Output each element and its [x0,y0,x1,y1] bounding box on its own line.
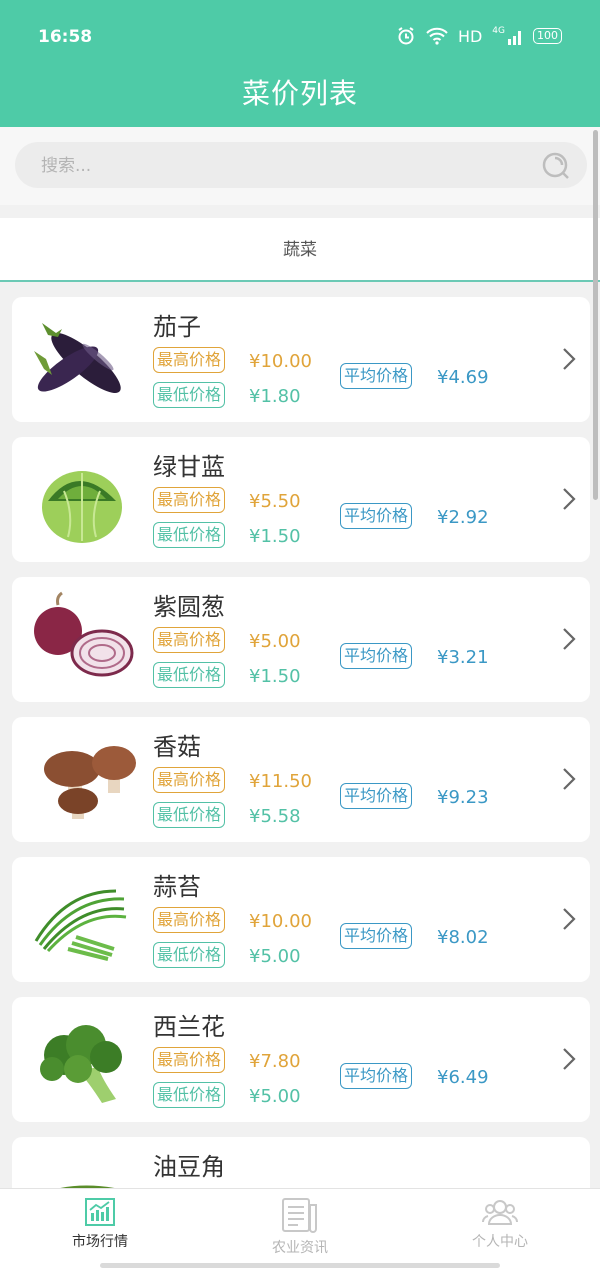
search-area [0,127,600,205]
min-price-value: ¥5.00 [249,946,301,967]
chevron-right-icon[interactable] [562,1047,576,1075]
price-card[interactable]: 茄子最高价格 ¥10.00 最低价格 ¥1.80 平均价格 ¥4.69 [12,297,590,422]
min-price-tag: 最低价格 [153,522,226,548]
min-price-value: ¥1.50 [249,526,301,547]
search-box[interactable] [15,142,587,190]
signal-icon: 4G [492,27,523,45]
max-price-value: ¥7.80 [249,1051,301,1072]
max-price-tag: 最高价格 [153,487,226,513]
min-price-tag: 最低价格 [153,942,226,968]
search-input[interactable] [39,142,523,190]
nav-profile[interactable]: 个人中心 [400,1197,600,1251]
search-icon[interactable] [541,151,571,181]
red-onion-image [28,591,136,689]
alarm-icon [398,27,414,45]
max-price-value: ¥5.50 [249,491,301,512]
nav-news[interactable]: 农业资讯 [200,1197,400,1257]
vegetable-name: 蒜苔 [153,873,201,901]
wifi-icon [426,27,448,45]
mushroom-image [28,731,136,829]
min-price-value: ¥1.80 [249,386,301,407]
user-icon [482,1200,518,1225]
price-card[interactable]: 香菇最高价格 ¥11.50 最低价格 ¥5.58 平均价格 ¥9.23 [12,717,590,842]
min-price-value: ¥1.50 [249,666,301,687]
nav-news-label: 农业资讯 [272,1240,328,1256]
max-price-value: ¥11.50 [249,771,312,792]
max-price-tag: 最高价格 [153,627,226,653]
min-price-tag: 最低价格 [153,662,226,688]
chevron-right-icon[interactable] [562,487,576,515]
min-price-tag: 最低价格 [153,1082,226,1108]
chevron-right-icon[interactable] [562,767,576,795]
max-price-tag: 最高价格 [153,767,226,793]
vegetable-name: 西兰花 [153,1013,225,1041]
chevron-right-icon[interactable] [562,907,576,935]
status-icons: HD 4G 100 [396,26,562,46]
vegetable-name: 茄子 [153,313,201,341]
broccoli-image [28,1011,136,1109]
avg-price-tag: 平均价格 [340,783,413,809]
cabbage-image [28,451,136,549]
eggplant-image [28,311,136,409]
nav-market-label: 市场行情 [72,1234,128,1250]
price-card[interactable]: 紫圆葱最高价格 ¥5.00 最低价格 ¥1.50 平均价格 ¥3.21 [12,577,590,702]
price-card[interactable]: 西兰花最高价格 ¥7.80 最低价格 ¥5.00 平均价格 ¥6.49 [12,997,590,1122]
page-title: 菜价列表 [241,77,358,110]
avg-price-value: ¥9.23 [437,787,489,808]
nav-profile-label: 个人中心 [472,1234,528,1250]
tab-vegetables[interactable]: 蔬菜 [0,218,600,282]
chart-icon [85,1198,115,1226]
avg-price-tag: 平均价格 [340,363,413,389]
max-price-value: ¥10.00 [249,911,312,932]
app-header: 16:58 HD 4G 100 菜价列表 [0,0,600,127]
min-price-value: ¥5.58 [249,806,301,827]
min-price-tag: 最低价格 [153,382,226,408]
price-card[interactable]: 绿甘蓝最高价格 ¥5.50 最低价格 ¥1.50 平均价格 ¥2.92 [12,437,590,562]
news-icon [282,1198,317,1233]
avg-price-tag: 平均价格 [340,503,413,529]
vegetable-name: 香菇 [153,733,201,761]
status-bar: 16:58 HD 4G 100 [38,22,562,52]
vegetable-name: 油豆角 [153,1153,225,1181]
price-card[interactable]: 蒜苔最高价格 ¥10.00 最低价格 ¥5.00 平均价格 ¥8.02 [12,857,590,982]
avg-price-value: ¥8.02 [437,927,489,948]
bottom-nav: 市场行情 农业资讯 个人中心 [0,1188,600,1269]
avg-price-tag: 平均价格 [340,923,413,949]
vegetable-name: 紫圆葱 [153,593,225,621]
battery-icon: 100 [533,28,562,44]
chevron-right-icon[interactable] [562,627,576,655]
avg-price-value: ¥6.49 [437,1067,489,1088]
chevron-right-icon[interactable] [562,347,576,375]
vegetable-name: 绿甘蓝 [153,453,225,481]
avg-price-value: ¥4.69 [437,367,489,388]
category-tabbar: 蔬菜 [0,218,600,282]
max-price-value: ¥5.00 [249,631,301,652]
max-price-tag: 最高价格 [153,347,226,373]
avg-price-tag: 平均价格 [340,643,413,669]
avg-price-value: ¥2.92 [437,507,489,528]
min-price-value: ¥5.00 [249,1086,301,1107]
scrollbar[interactable] [593,130,598,500]
avg-price-tag: 平均价格 [340,1063,413,1089]
home-indicator[interactable] [100,1263,500,1268]
green-bean-image [28,1151,136,1188]
status-time: 16:58 [38,27,93,47]
network-label: HD [457,26,483,46]
min-price-tag: 最低价格 [153,802,226,828]
avg-price-value: ¥3.21 [437,647,489,668]
price-list: 茄子 最高价格 ¥10.00 最低价格 ¥1.80 平均价格 ¥4.69 绿甘蓝 最高价格 ¥5.… [0,283,600,1188]
nav-market[interactable]: 市场行情 [0,1197,200,1251]
max-price-value: ¥10.00 [249,351,312,372]
max-price-tag: 最高价格 [153,1047,226,1073]
garlic-sprout-image [28,871,136,969]
max-price-tag: 最高价格 [153,907,226,933]
price-card[interactable]: 油豆角 [12,1137,590,1188]
